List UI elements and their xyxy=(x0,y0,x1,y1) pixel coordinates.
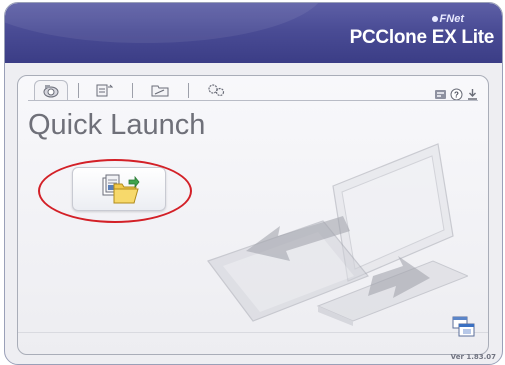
main-panel: ? Quick Launch xyxy=(17,75,489,355)
app-window: FNet PCClone EX Lite ? Quick Launch Ver … xyxy=(4,2,503,365)
tab-separator xyxy=(78,83,79,98)
download-update-icon[interactable] xyxy=(465,87,479,101)
help-icon[interactable]: ? xyxy=(449,87,463,101)
tab-separator xyxy=(188,83,189,98)
file-transfer-icon xyxy=(96,84,113,97)
tab-bar: ? xyxy=(28,80,488,101)
product-title: PCClone EX Lite xyxy=(349,27,495,48)
gears-icon xyxy=(208,84,225,97)
tab-separator xyxy=(132,83,133,98)
tab-backup[interactable] xyxy=(144,81,176,99)
windows-switch-icon[interactable] xyxy=(452,316,476,338)
header-sheen xyxy=(5,3,325,43)
documents-to-folder-icon xyxy=(102,174,140,204)
brand-logo-small: FNet xyxy=(431,13,464,25)
laptop-illustration xyxy=(316,143,468,326)
svg-text:?: ? xyxy=(454,90,459,99)
header-banner: FNet PCClone EX Lite xyxy=(5,3,502,63)
tab-underline xyxy=(28,100,478,101)
folder-sync-icon xyxy=(151,85,169,97)
bottom-divider xyxy=(18,332,488,333)
transfer-illustration xyxy=(207,143,468,326)
camera-icon xyxy=(43,85,59,98)
brand-name: FNet xyxy=(439,13,464,25)
version-label: Ver 1.83.07 xyxy=(450,353,496,361)
tab-files[interactable] xyxy=(88,81,120,99)
tab-settings[interactable] xyxy=(200,81,232,99)
registration-icon[interactable] xyxy=(433,87,447,101)
quick-launch-button[interactable] xyxy=(72,167,166,211)
tab-quick-launch[interactable] xyxy=(34,80,68,101)
